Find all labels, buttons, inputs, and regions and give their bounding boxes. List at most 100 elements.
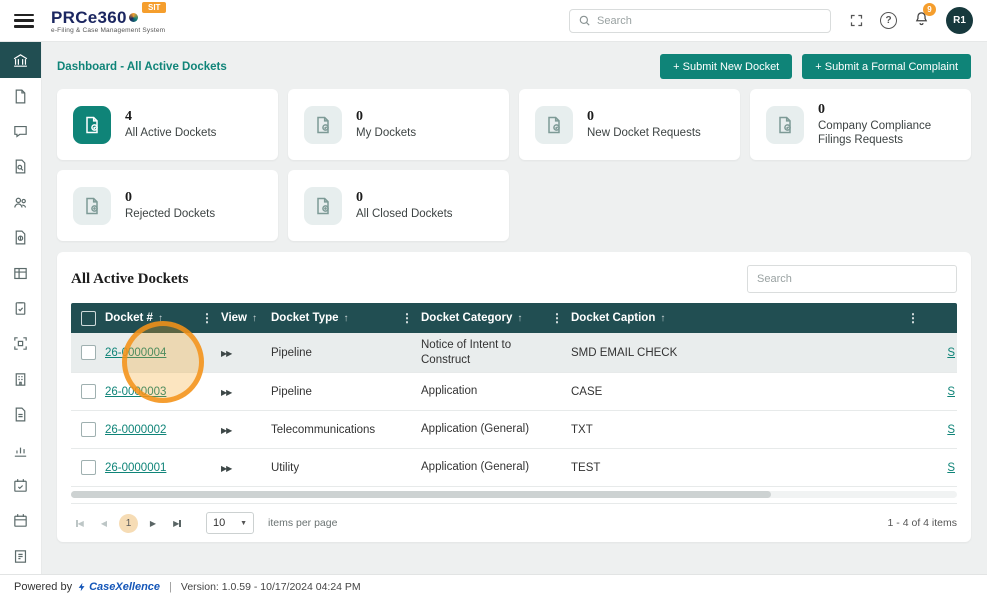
row-checkbox[interactable]: [80, 345, 96, 360]
stat-card-new-docket-requests[interactable]: 0 New Docket Requests: [519, 89, 740, 160]
version-label: Version: 1.0.59 - 10/17/2024 04:24 PM: [180, 581, 361, 593]
app-footer: Powered by CaseXellence | Version: 1.0.5…: [0, 574, 987, 599]
note-icon: [14, 550, 27, 563]
last-page-button[interactable]: ▶: [168, 514, 186, 532]
sidebar-item-approvals[interactable]: [0, 468, 41, 503]
row-checkbox[interactable]: [80, 460, 96, 475]
stat-label: All Active Dockets: [125, 126, 217, 139]
docket-type-cell: Telecommunications: [271, 423, 376, 436]
prev-page-icon: ◀: [100, 518, 108, 528]
stat-label: All Closed Dockets: [356, 207, 453, 220]
casexellence-text: CaseXellence: [89, 581, 161, 593]
stat-card-all-closed-dockets[interactable]: 0 All Closed Dockets: [288, 170, 509, 241]
fast-forward-icon[interactable]: ▶▶: [221, 349, 232, 358]
sidebar-item-billing[interactable]: [0, 220, 41, 255]
casexellence-logo: CaseXellence: [77, 581, 160, 593]
fast-forward-icon[interactable]: ▶▶: [221, 464, 232, 473]
file-search-icon: [15, 159, 26, 174]
current-page-button[interactable]: 1: [119, 513, 138, 533]
column-header-docket-type[interactable]: Docket Type ↑ ⋮: [271, 311, 421, 325]
first-page-button[interactable]: ◀: [71, 514, 89, 532]
column-menu-icon[interactable]: ⋮: [401, 311, 413, 325]
sort-icon: ↑: [252, 312, 257, 324]
row-checkbox[interactable]: [80, 422, 96, 437]
docket-number-link[interactable]: 26-0000002: [105, 424, 166, 436]
hamburger-menu-icon[interactable]: [14, 13, 34, 28]
table-row[interactable]: 26-0000001 ▶▶ Utility Application (Gener…: [71, 449, 957, 487]
column-header-docket[interactable]: Docket # ↑ ⋮: [105, 311, 221, 325]
fast-forward-icon[interactable]: ▶▶: [221, 388, 232, 397]
powered-by-label: Powered by: [14, 581, 73, 593]
docket-file-icon: [766, 105, 804, 144]
row-side-link[interactable]: S: [947, 462, 955, 474]
submit-formal-complaint-button[interactable]: + Submit a Formal Complaint: [802, 54, 971, 79]
row-side-link[interactable]: S: [947, 347, 955, 359]
scrollbar-thumb[interactable]: [71, 491, 771, 498]
stat-label: Company Compliance Filings Requests: [818, 119, 932, 146]
docket-type-cell: Utility: [271, 461, 300, 474]
sidebar-item-contacts[interactable]: [0, 185, 41, 220]
calendar-icon: [14, 514, 27, 528]
docket-caption-cell: SMD EMAIL CHECK: [571, 346, 678, 359]
sidebar-item-calendar[interactable]: [0, 503, 41, 538]
fast-forward-icon[interactable]: ▶▶: [221, 426, 232, 435]
column-label: Docket Caption: [571, 312, 656, 324]
next-page-button[interactable]: ▶: [144, 514, 162, 532]
grid-search-input[interactable]: [747, 265, 957, 293]
column-header-view[interactable]: View ↑: [221, 312, 271, 324]
sidebar-nav: [0, 42, 42, 574]
sidebar-item-dashboard[interactable]: [0, 42, 41, 79]
stat-card-company-compliance-filings[interactable]: 0 Company Compliance Filings Requests: [750, 89, 971, 160]
column-header-docket-caption[interactable]: Docket Caption ↑ ⋮: [571, 311, 927, 325]
global-search-input[interactable]: [597, 14, 822, 27]
sidebar-item-filings[interactable]: [0, 397, 41, 432]
prev-page-button[interactable]: ◀: [95, 514, 113, 532]
column-menu-icon[interactable]: ⋮: [201, 311, 213, 325]
notifications-bell-icon[interactable]: 9: [913, 2, 936, 32]
table-row[interactable]: 26-0000003 ▶▶ Pipeline Application CASE …: [71, 373, 957, 411]
sidebar-item-scan[interactable]: [0, 326, 41, 361]
chevron-down-icon: ▼: [240, 519, 247, 527]
pagination-bar: ◀ ◀ 1 ▶ ▶ 10 ▼ items per page 1 - 4 of 4…: [71, 503, 957, 534]
stat-card-my-dockets[interactable]: 0 My Dockets: [288, 89, 509, 160]
column-menu-icon[interactable]: ⋮: [551, 311, 563, 325]
stat-card-all-active-dockets[interactable]: 4 All Active Dockets: [57, 89, 278, 160]
grid-header-row: Docket # ↑ ⋮ View ↑ Docket Type ↑ ⋮ Dock…: [71, 303, 957, 333]
stat-label: New Docket Requests: [587, 126, 701, 139]
dockets-grid: Docket # ↑ ⋮ View ↑ Docket Type ↑ ⋮ Dock…: [71, 303, 957, 487]
global-search[interactable]: [569, 8, 831, 33]
docket-number-link[interactable]: 26-0000003: [105, 386, 166, 398]
stat-card-rejected-dockets[interactable]: 0 Rejected Dockets: [57, 170, 278, 241]
page-size-select[interactable]: 10 ▼: [206, 512, 254, 534]
brand-tagline: e-Filing & Case Management System: [51, 26, 166, 34]
docket-number-link[interactable]: 26-0000004: [105, 347, 166, 359]
sidebar-item-tasks[interactable]: [0, 291, 41, 326]
select-all-checkbox[interactable]: [80, 310, 96, 326]
table-row[interactable]: 26-0000004 ▶▶ Pipeline Notice of Intent …: [71, 333, 957, 373]
row-side-link[interactable]: S: [947, 386, 955, 398]
sidebar-item-document-search[interactable]: [0, 149, 41, 184]
chat-icon: [14, 125, 27, 138]
page-size-value: 10: [213, 517, 226, 529]
column-menu-icon[interactable]: ⋮: [907, 311, 919, 325]
row-side-link[interactable]: S: [947, 424, 955, 436]
horizontal-scrollbar[interactable]: [71, 491, 957, 498]
help-icon[interactable]: ?: [880, 12, 897, 29]
sidebar-item-records-table[interactable]: [0, 255, 41, 290]
sidebar-item-dockets[interactable]: [0, 78, 41, 113]
sidebar-item-notes[interactable]: [0, 539, 41, 574]
all-active-dockets-panel: All Active Dockets Docket # ↑ ⋮ View ↑: [57, 252, 971, 542]
table-row[interactable]: 26-0000002 ▶▶ Telecommunications Applica…: [71, 411, 957, 449]
column-header-docket-category[interactable]: Docket Category ↑ ⋮: [421, 311, 571, 325]
row-checkbox[interactable]: [80, 384, 96, 399]
sidebar-item-analytics[interactable]: [0, 432, 41, 467]
user-avatar[interactable]: R1: [946, 7, 973, 34]
docket-category-cell: Application (General): [421, 461, 530, 474]
sidebar-item-messages[interactable]: [0, 114, 41, 149]
submit-new-docket-button[interactable]: + Submit New Docket: [660, 54, 793, 79]
stat-count: 0: [818, 101, 825, 117]
docket-type-cell: Pipeline: [271, 385, 312, 398]
sidebar-item-company[interactable]: [0, 362, 41, 397]
fullscreen-icon[interactable]: [849, 13, 864, 28]
docket-number-link[interactable]: 26-0000001: [105, 462, 166, 474]
